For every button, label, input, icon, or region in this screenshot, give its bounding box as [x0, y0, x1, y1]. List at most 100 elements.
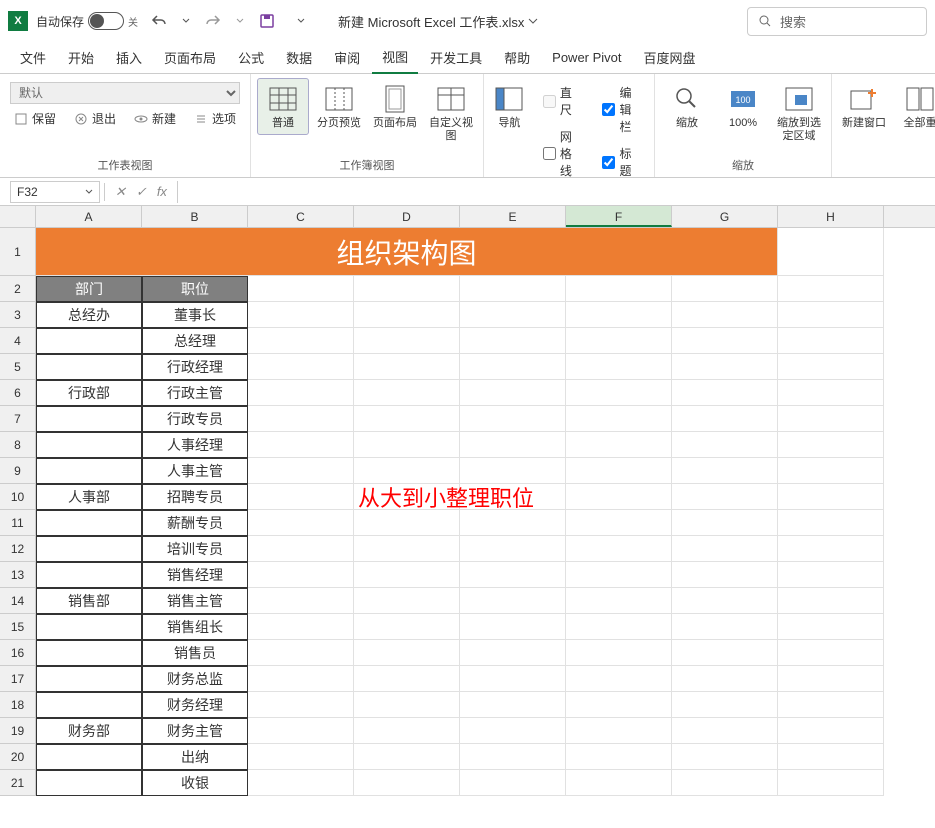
cell-H17[interactable]	[778, 666, 884, 692]
cell-D11[interactable]	[354, 510, 460, 536]
cell-H10[interactable]	[778, 484, 884, 510]
position-cell[interactable]: 销售经理	[142, 562, 248, 588]
cell-G2[interactable]	[672, 276, 778, 302]
cell-E2[interactable]	[460, 276, 566, 302]
zoom-button[interactable]: 缩放	[661, 78, 713, 135]
row-header-21[interactable]: 21	[0, 770, 36, 796]
col-header-B[interactable]: B	[142, 206, 248, 227]
cell-H11[interactable]	[778, 510, 884, 536]
cell-C15[interactable]	[248, 614, 354, 640]
cell-F20[interactable]	[566, 744, 672, 770]
cell-C8[interactable]	[248, 432, 354, 458]
col-header-H[interactable]: H	[778, 206, 884, 227]
cell-A21[interactable]	[36, 770, 142, 796]
tab-help[interactable]: 帮助	[494, 42, 540, 73]
cell-A15[interactable]	[36, 614, 142, 640]
cell-G4[interactable]	[672, 328, 778, 354]
cell-F14[interactable]	[566, 588, 672, 614]
cell-F12[interactable]	[566, 536, 672, 562]
row-header-18[interactable]: 18	[0, 692, 36, 718]
undo-button[interactable]	[146, 8, 172, 34]
cell-G14[interactable]	[672, 588, 778, 614]
cell-G17[interactable]	[672, 666, 778, 692]
tab-review[interactable]: 审阅	[324, 42, 370, 73]
cell-C7[interactable]	[248, 406, 354, 432]
cell-H9[interactable]	[778, 458, 884, 484]
cell-H2[interactable]	[778, 276, 884, 302]
dept-cell[interactable]: 总经办	[36, 302, 142, 328]
cell-A17[interactable]	[36, 666, 142, 692]
cell-A18[interactable]	[36, 692, 142, 718]
cell-H16[interactable]	[778, 640, 884, 666]
cell-F16[interactable]	[566, 640, 672, 666]
cell-H19[interactable]	[778, 718, 884, 744]
position-cell[interactable]: 财务经理	[142, 692, 248, 718]
cell-C14[interactable]	[248, 588, 354, 614]
headings-checkbox[interactable]: 标题	[598, 143, 642, 181]
row-header-4[interactable]: 4	[0, 328, 36, 354]
cell-D16[interactable]	[354, 640, 460, 666]
ruler-checkbox[interactable]: 直尺	[539, 82, 583, 120]
col-header-D[interactable]: D	[354, 206, 460, 227]
cell-F11[interactable]	[566, 510, 672, 536]
cell-D12[interactable]	[354, 536, 460, 562]
fx-button[interactable]: fx	[153, 184, 171, 199]
cell-D13[interactable]	[354, 562, 460, 588]
tab-view[interactable]: 视图	[372, 41, 418, 74]
row-header-15[interactable]: 15	[0, 614, 36, 640]
pagebreak-button[interactable]: 分页预览	[313, 78, 365, 135]
cell-F21[interactable]	[566, 770, 672, 796]
cell-D14[interactable]	[354, 588, 460, 614]
hundred-button[interactable]: 100100%	[717, 78, 769, 135]
row-header-20[interactable]: 20	[0, 744, 36, 770]
cell-A13[interactable]	[36, 562, 142, 588]
cell-H5[interactable]	[778, 354, 884, 380]
cell-A2[interactable]: 部门	[36, 276, 142, 302]
row-header-6[interactable]: 6	[0, 380, 36, 406]
position-cell[interactable]: 行政专员	[142, 406, 248, 432]
cell-C18[interactable]	[248, 692, 354, 718]
position-cell[interactable]: 财务主管	[142, 718, 248, 744]
redo-dropdown[interactable]	[234, 8, 246, 34]
cell-H6[interactable]	[778, 380, 884, 406]
cell-E4[interactable]	[460, 328, 566, 354]
tab-dev[interactable]: 开发工具	[420, 42, 492, 73]
cell-F10[interactable]	[566, 484, 672, 510]
cell-H3[interactable]	[778, 302, 884, 328]
col-header-A[interactable]: A	[36, 206, 142, 227]
cell-C21[interactable]	[248, 770, 354, 796]
col-header-C[interactable]: C	[248, 206, 354, 227]
cell-A9[interactable]	[36, 458, 142, 484]
cell-C2[interactable]	[248, 276, 354, 302]
tab-file[interactable]: 文件	[10, 42, 56, 73]
cell-A12[interactable]	[36, 536, 142, 562]
cell-H8[interactable]	[778, 432, 884, 458]
cell-C4[interactable]	[248, 328, 354, 354]
position-cell[interactable]: 销售组长	[142, 614, 248, 640]
cell-G13[interactable]	[672, 562, 778, 588]
normal-view-button[interactable]: 普通	[257, 78, 309, 135]
newwindow-button[interactable]: 新建窗口	[838, 78, 890, 135]
cell-A6[interactable]: 行政部	[36, 380, 142, 406]
document-title[interactable]: 新建 Microsoft Excel 工作表.xlsx	[338, 12, 538, 31]
cell-E11[interactable]	[460, 510, 566, 536]
row-header-12[interactable]: 12	[0, 536, 36, 562]
formulabar-checkbox[interactable]: 编辑栏	[598, 82, 642, 137]
cell-G6[interactable]	[672, 380, 778, 406]
cell-F2[interactable]	[566, 276, 672, 302]
exit-button[interactable]: 退出	[70, 108, 120, 129]
position-cell[interactable]: 人事经理	[142, 432, 248, 458]
cell-A20[interactable]	[36, 744, 142, 770]
cell-C17[interactable]	[248, 666, 354, 692]
cell-F8[interactable]	[566, 432, 672, 458]
save-button[interactable]	[254, 8, 280, 34]
cell-A7[interactable]	[36, 406, 142, 432]
cell-G16[interactable]	[672, 640, 778, 666]
cell-D19[interactable]	[354, 718, 460, 744]
select-all-corner[interactable]	[0, 206, 36, 227]
banner-title[interactable]: 组织架构图	[36, 228, 778, 276]
cell-A11[interactable]	[36, 510, 142, 536]
cell-A4[interactable]	[36, 328, 142, 354]
cell-D8[interactable]	[354, 432, 460, 458]
cell-F6[interactable]	[566, 380, 672, 406]
